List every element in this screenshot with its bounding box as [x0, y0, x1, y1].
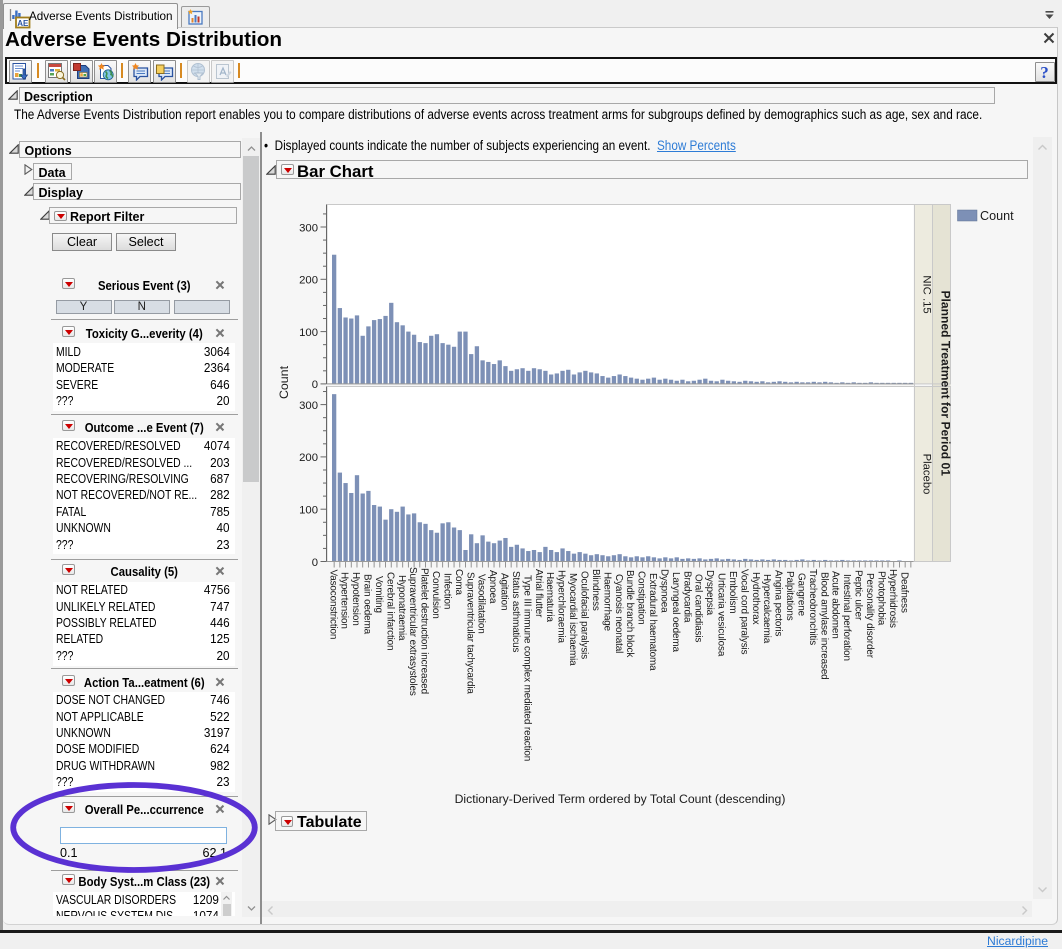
- svg-text:Blood amylase increased: Blood amylase increased: [818, 572, 829, 680]
- svg-text:Type III immune complex mediat: Type III immune complex mediated reactio…: [521, 575, 532, 761]
- svg-text:Bundle branch block: Bundle branch block: [624, 570, 635, 657]
- svg-text:Hydrothorax: Hydrothorax: [750, 572, 761, 625]
- svg-text:Bradycardia: Bradycardia: [681, 571, 692, 623]
- svg-text:Urticaria vesiculosa: Urticaria vesiculosa: [716, 573, 727, 657]
- svg-text:Haemorrhage: Haemorrhage: [601, 572, 612, 632]
- svg-text:Hyperchloraemia: Hyperchloraemia: [556, 570, 567, 643]
- svg-text:Extradural haematoma: Extradural haematoma: [647, 573, 658, 671]
- svg-text:Cerebral infarction: Cerebral infarction: [384, 572, 395, 650]
- svg-text:Haematuria: Haematuria: [544, 572, 555, 622]
- svg-text:Planned Treatment for Period 0: Planned Treatment for Period 01: [939, 290, 953, 476]
- svg-text:Vasodilatation: Vasodilatation: [476, 574, 487, 634]
- svg-text:Count: Count: [980, 209, 1014, 223]
- svg-text:0: 0: [312, 379, 318, 391]
- svg-text:200: 200: [299, 452, 318, 464]
- svg-text:Supraventricular tachycardia: Supraventricular tachycardia: [464, 572, 475, 694]
- svg-text:Infection: Infection: [441, 573, 452, 609]
- svg-text:Count: Count: [277, 365, 291, 399]
- svg-text:NIC .15: NIC .15: [921, 275, 933, 313]
- svg-text:Gangrene: Gangrene: [795, 573, 806, 617]
- svg-text:Palpitations: Palpitations: [784, 571, 795, 621]
- svg-text:Embolism: Embolism: [727, 571, 738, 613]
- svg-text:Supraventricular extrasystoles: Supraventricular extrasystoles: [407, 567, 418, 696]
- svg-text:Dyspnoea: Dyspnoea: [658, 569, 669, 613]
- svg-text:0: 0: [312, 557, 318, 569]
- svg-text:Constipation: Constipation: [636, 571, 647, 624]
- svg-text:Photophobia: Photophobia: [875, 571, 886, 626]
- svg-text:Agitation: Agitation: [499, 573, 510, 610]
- svg-text:300: 300: [299, 222, 318, 234]
- svg-text:Blindness: Blindness: [590, 569, 601, 611]
- svg-text:AE: AE: [17, 19, 29, 28]
- svg-text:Peptic ulcer: Peptic ulcer: [853, 570, 864, 621]
- svg-text:Placebo: Placebo: [921, 454, 933, 495]
- svg-text:Convulsion: Convulsion: [430, 571, 441, 619]
- svg-text:Atrial flutter: Atrial flutter: [533, 569, 544, 618]
- svg-text:Laryngeal oedema: Laryngeal oedema: [670, 572, 681, 653]
- svg-text:Brain oedema: Brain oedema: [362, 574, 373, 635]
- svg-text:Angina pectoris: Angina pectoris: [773, 570, 784, 636]
- svg-text:Dictionary-Derived Term ordere: Dictionary-Derived Term ordered by Total…: [455, 792, 786, 806]
- svg-text:Oculofacial paralysis: Oculofacial paralysis: [578, 571, 589, 659]
- svg-text:Hypertension: Hypertension: [339, 572, 350, 629]
- svg-text:Apnoea: Apnoea: [487, 570, 498, 604]
- svg-text:Deafness: Deafness: [898, 572, 909, 613]
- svg-text:100: 100: [299, 505, 318, 517]
- svg-text:200: 200: [299, 275, 318, 287]
- svg-text:Dyspepsia: Dyspepsia: [704, 570, 715, 616]
- svg-text:Oral candidiasis: Oral candidiasis: [693, 574, 704, 643]
- svg-text:100: 100: [299, 327, 318, 339]
- svg-text:Vocal cord paralysis: Vocal cord paralysis: [738, 569, 749, 655]
- svg-text:Personality disorder: Personality disorder: [864, 573, 875, 659]
- svg-text:Cyanosis neonatal: Cyanosis neonatal: [613, 574, 624, 653]
- svg-text:Platelet destruction increased: Platelet destruction increased: [419, 568, 430, 694]
- svg-text:Vasoconstriction: Vasoconstriction: [327, 570, 338, 640]
- svg-text:Hypercalcaemia: Hypercalcaemia: [761, 574, 772, 644]
- svg-text:Status asthmaticus: Status asthmaticus: [510, 571, 521, 652]
- svg-text:Intestinal perforation: Intestinal perforation: [841, 574, 852, 661]
- svg-text:Vomiting: Vomiting: [373, 576, 384, 613]
- svg-text:Hyponatraemia: Hyponatraemia: [396, 575, 407, 641]
- svg-text:Coma: Coma: [453, 569, 464, 595]
- svg-text:Hyperhidrosis: Hyperhidrosis: [887, 569, 898, 628]
- svg-text:300: 300: [299, 400, 318, 412]
- svg-text:Acute abdomen: Acute abdomen: [830, 571, 841, 639]
- svg-text:Myocardial ischaemia: Myocardial ischaemia: [567, 573, 578, 666]
- svg-text:Hypotension: Hypotension: [350, 572, 361, 626]
- svg-text:Tracheobronchitis: Tracheobronchitis: [807, 569, 818, 645]
